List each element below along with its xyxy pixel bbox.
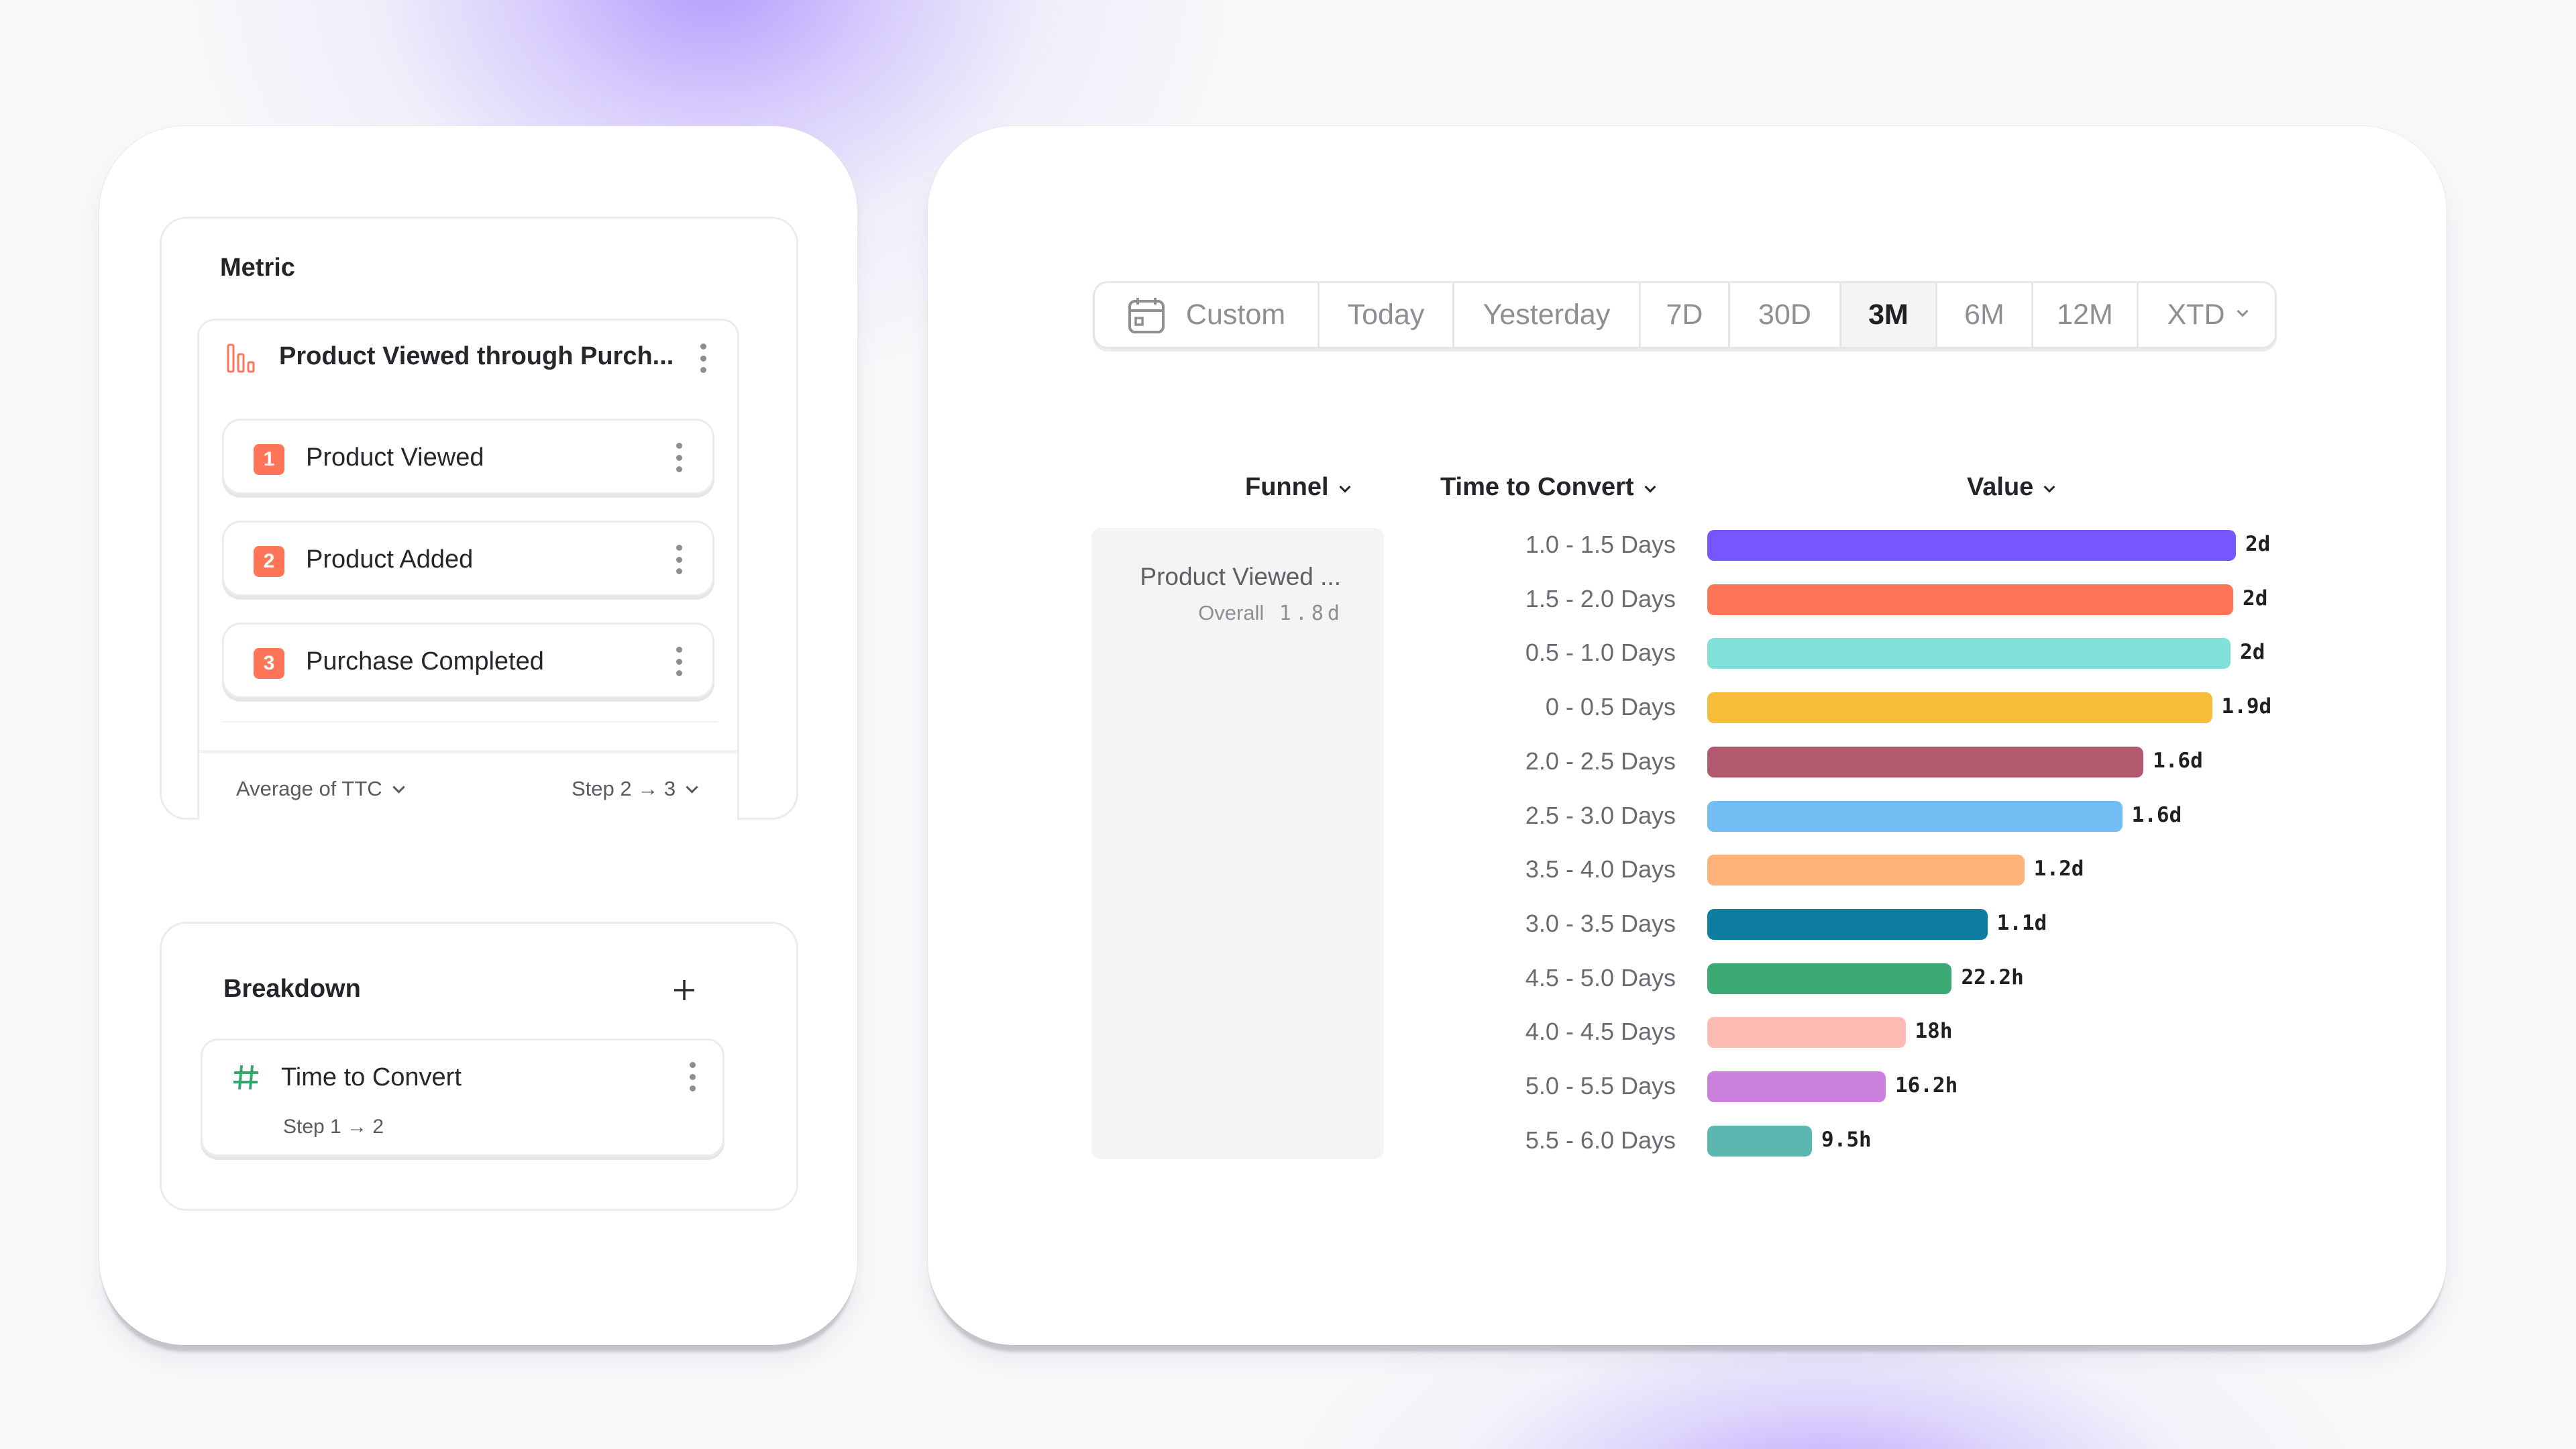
step-row-2[interactable]: 2 Product Added (222, 521, 714, 596)
funnel-cell[interactable]: Product Viewed ... Overall 1.8d (1091, 528, 1384, 1159)
chevron-down-icon (1339, 481, 1351, 493)
row-label: 4.0 - 4.5 Days (1525, 1018, 1676, 1046)
funnel-cell-name: Product Viewed ... (1140, 563, 1341, 590)
breakdown-item-sublabel: Step 1 → 2 (283, 1116, 384, 1138)
row-label: 0.5 - 1.0 Days (1525, 639, 1676, 667)
tab-custom-label: Custom (1185, 299, 1286, 331)
bar-value-label: 1.6d (2153, 748, 2203, 773)
step-badge: 3 (254, 648, 284, 679)
metric-title: Metric (220, 254, 295, 282)
bar[interactable] (1707, 1017, 1906, 1049)
bar-value-label: 2d (2240, 640, 2265, 665)
bar-value-label: 22.2h (1961, 965, 2024, 989)
chevron-down-icon (686, 781, 698, 794)
step-more-icon[interactable] (675, 647, 683, 676)
row-label: 1.5 - 2.0 Days (1525, 584, 1676, 612)
bar[interactable] (1707, 800, 2123, 832)
aggregation-dropdown[interactable]: Average of TTC (236, 777, 405, 801)
bar[interactable] (1707, 1125, 1813, 1157)
funnel-cell-overall: Overall 1.8d (1198, 601, 1344, 625)
tab-12m[interactable]: 12M (2033, 283, 2139, 347)
step-more-icon[interactable] (675, 443, 683, 472)
column-header-funnel-label: Funnel (1245, 473, 1329, 501)
bar-value-label: 16.2h (1894, 1073, 1958, 1097)
tab-3m[interactable]: 3M (1841, 283, 1937, 347)
tab-today[interactable]: Today (1320, 283, 1454, 347)
step-more-icon[interactable] (675, 545, 683, 574)
funnel-header[interactable]: Product Viewed through Purch... (221, 335, 731, 380)
chevron-down-icon (392, 781, 405, 794)
bar-value-label: 2d (2245, 532, 2271, 556)
row-label: 1.0 - 1.5 Days (1525, 531, 1676, 558)
bar[interactable] (1707, 530, 2236, 561)
column-header-breakdown-label: Time to Convert (1440, 473, 1634, 501)
bar[interactable] (1707, 692, 2212, 724)
bar-chart-icon (227, 343, 255, 373)
bar[interactable] (1707, 638, 2231, 669)
bar[interactable] (1707, 1071, 1886, 1102)
breakdown-item[interactable]: Time to Convert Step 1 → 2 (201, 1038, 724, 1157)
breakdown-item-label: Time to Convert (281, 1063, 462, 1091)
bar-value-label: 1.9d (2221, 694, 2272, 719)
tab-xtd-label: XTD (2167, 299, 2225, 331)
funnel-more-icon[interactable] (699, 343, 707, 373)
overall-label: Overall (1198, 601, 1265, 625)
column-header-funnel[interactable]: Funnel (1245, 473, 1351, 502)
breakdown-more-icon[interactable] (688, 1062, 696, 1091)
row-label: 4.5 - 5.0 Days (1525, 963, 1676, 991)
aggregation-label: Average of TTC (236, 777, 382, 800)
step-label: Product Viewed (306, 443, 484, 472)
bar-value-label: 2d (2243, 586, 2268, 610)
divider (221, 721, 718, 722)
tab-custom[interactable]: Custom (1095, 283, 1320, 347)
bar[interactable] (1707, 855, 2025, 886)
bar[interactable] (1707, 963, 1952, 994)
row-label: 5.5 - 6.0 Days (1525, 1126, 1676, 1154)
calendar-icon (1128, 297, 1165, 333)
step-label: Purchase Completed (306, 647, 544, 676)
step-label: Product Added (306, 545, 474, 574)
tab-6m[interactable]: 6M (1937, 283, 2033, 347)
column-header-value[interactable]: Value (1967, 473, 2055, 502)
bar-value-label: 1.1d (1996, 910, 2047, 935)
bar-value-label: 9.5h (1821, 1127, 1872, 1152)
footer-divider (199, 750, 737, 753)
funnel-name: Product Viewed through Purch... (279, 342, 674, 370)
tab-7d[interactable]: 7D (1641, 283, 1730, 347)
tab-30d[interactable]: 30D (1730, 283, 1841, 347)
chevron-down-icon (2237, 305, 2248, 317)
tab-yesterday[interactable]: Yesterday (1454, 283, 1641, 347)
bar-value-label: 18h (1915, 1019, 1953, 1044)
step-badge: 2 (254, 546, 284, 577)
row-label: 0 - 0.5 Days (1545, 693, 1676, 721)
bar-value-label: 1.6d (2131, 802, 2182, 827)
row-label: 3.5 - 4.0 Days (1525, 855, 1676, 883)
step-range-label: Step 2 → 3 (572, 777, 676, 800)
overall-value: 1.8d (1279, 602, 1344, 625)
row-label: 2.5 - 3.0 Days (1525, 801, 1676, 829)
bar[interactable] (1707, 746, 2144, 777)
bar[interactable] (1707, 908, 1988, 940)
chevron-down-icon (2043, 481, 2055, 493)
row-label: 3.0 - 3.5 Days (1525, 909, 1676, 937)
chevron-down-icon (1644, 481, 1656, 493)
bar-value-label: 1.2d (2033, 857, 2084, 881)
tab-xtd[interactable]: XTD (2139, 283, 2275, 347)
column-header-breakdown[interactable]: Time to Convert (1440, 473, 1656, 502)
hash-icon (233, 1065, 258, 1090)
row-label: 5.0 - 5.5 Days (1525, 1072, 1676, 1099)
step-badge: 1 (254, 444, 284, 475)
date-range-selector: Custom Today Yesterday 7D 30D 3M 6M 12M … (1093, 281, 2277, 349)
step-row-1[interactable]: 1 Product Viewed (222, 419, 714, 494)
step-row-3[interactable]: 3 Purchase Completed (222, 623, 714, 698)
row-label: 2.0 - 2.5 Days (1525, 747, 1676, 775)
column-header-value-label: Value (1967, 473, 2034, 501)
plus-icon[interactable] (672, 978, 696, 1002)
step-range-dropdown[interactable]: Step 2 → 3 (572, 777, 698, 801)
bar[interactable] (1707, 584, 2234, 615)
breakdown-title: Breakdown (223, 975, 361, 1003)
